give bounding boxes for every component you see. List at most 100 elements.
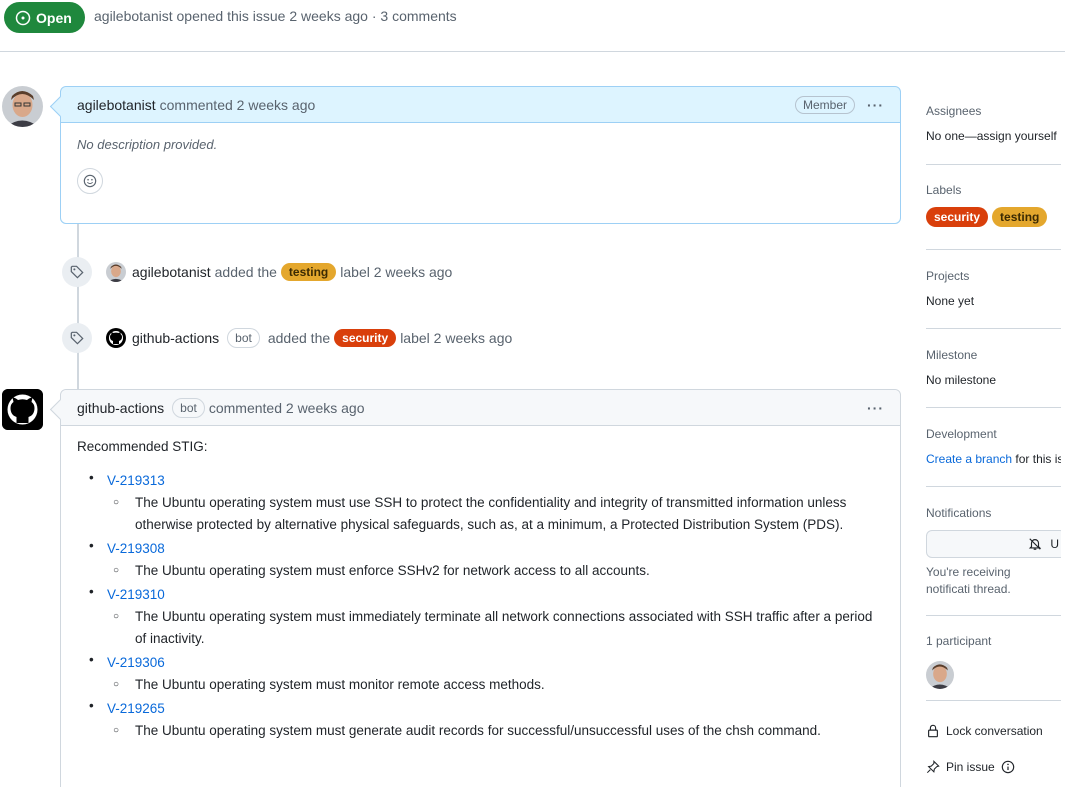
github-logo-icon: [2, 389, 43, 430]
event-text: label 2 weeks ago: [400, 330, 513, 346]
stig-link[interactable]: V-219306: [107, 652, 884, 674]
comment-header: github-actions bot commented 2 weeks ago…: [61, 390, 900, 426]
user-avatar-icon: [106, 262, 126, 282]
timeline-line: [77, 224, 79, 389]
pin-icon: [926, 760, 940, 774]
issue-meta: agilebotanist opened this issue 2 weeks …: [94, 8, 457, 24]
avatar[interactable]: [106, 328, 126, 348]
event-actor[interactable]: github-actions: [132, 330, 219, 346]
event-text: label 2 weeks ago: [340, 264, 453, 280]
sidebar-title[interactable]: Milestone: [926, 348, 1061, 362]
event-actor[interactable]: agilebotanist: [132, 264, 211, 280]
assignees-value[interactable]: No one—assign yourself: [926, 129, 1061, 143]
sidebar-development: Development Create a branch for this is: [926, 427, 1061, 487]
stig-list: V-219313 The Ubuntu operating system mus…: [77, 470, 884, 742]
stig-description: The Ubuntu operating system must enforce…: [107, 560, 884, 582]
sidebar-title[interactable]: Labels: [926, 183, 1061, 197]
milestone-value: No milestone: [926, 373, 997, 387]
sidebar-participants: 1 participant: [926, 634, 1061, 700]
issue-open-icon: [15, 10, 31, 25]
issue-status-label: Open: [36, 9, 72, 26]
avatar[interactable]: [2, 86, 43, 127]
smiley-icon: [83, 174, 97, 188]
kebab-menu-icon[interactable]: ···: [867, 97, 884, 113]
comment-box: github-actions bot commented 2 weeks ago…: [60, 389, 901, 787]
user-avatar-icon: [2, 86, 43, 127]
comment-author[interactable]: github-actions: [77, 400, 164, 416]
sidebar-title[interactable]: Assignees: [926, 104, 1061, 118]
bot-badge: bot: [172, 397, 205, 418]
notifications-button-label: U: [1050, 537, 1059, 551]
tag-icon: [70, 331, 84, 345]
sidebar-projects: Projects None yet: [926, 269, 1061, 329]
issue-status-badge: Open: [4, 2, 85, 33]
lock-icon: [928, 724, 938, 738]
pin-label: Pin issue: [946, 760, 995, 774]
sidebar-assignees: Assignees No one—assign yourself: [926, 104, 1061, 165]
list-item: V-219306 The Ubuntu operating system mus…: [77, 652, 884, 696]
timeline-event: github-actions bot added the security la…: [62, 323, 512, 353]
event-text: added the: [267, 330, 331, 346]
list-item: V-219310 The Ubuntu operating system mus…: [77, 584, 884, 650]
list-item: V-219265 The Ubuntu operating system mus…: [77, 698, 884, 742]
stig-link[interactable]: V-219265: [107, 698, 884, 720]
stig-description: The Ubuntu operating system must monitor…: [107, 674, 884, 696]
add-reaction-button[interactable]: [77, 168, 103, 194]
comment-action[interactable]: commented 2 weeks ago: [160, 97, 316, 113]
labels-list: security testing: [926, 207, 1061, 227]
stig-description: The Ubuntu operating system must use SSH…: [107, 492, 884, 536]
label-security[interactable]: security: [926, 207, 989, 227]
info-icon[interactable]: [1001, 760, 1015, 774]
avatar[interactable]: [926, 661, 954, 689]
comment-body: No description provided.: [61, 123, 900, 223]
event-text: added the: [214, 264, 277, 280]
bot-badge: bot: [227, 328, 260, 348]
list-item: V-219313 The Ubuntu operating system mus…: [77, 470, 884, 536]
stig-heading: Recommended STIG:: [77, 439, 208, 454]
list-item: V-219308 The Ubuntu operating system mus…: [77, 538, 884, 582]
label-testing[interactable]: testing: [992, 207, 1048, 227]
tag-icon: [70, 265, 84, 279]
bell-slash-icon: [1029, 538, 1042, 550]
divider: [926, 700, 1061, 701]
pin-issue-button[interactable]: Pin issue: [926, 760, 1015, 774]
development-text: for this is: [1015, 452, 1061, 466]
notifications-text: You're receiving notificati thread.: [926, 565, 1011, 596]
stig-description: The Ubuntu operating system must generat…: [107, 720, 884, 742]
avatar[interactable]: [2, 389, 43, 430]
stig-link[interactable]: V-219308: [107, 538, 884, 560]
notifications-button[interactable]: U: [926, 530, 1061, 558]
label-security[interactable]: security: [334, 329, 397, 347]
sidebar-milestone: Milestone No milestone: [926, 348, 1061, 408]
tag-icon-circle: [62, 323, 92, 353]
comment-action[interactable]: commented 2 weeks ago: [209, 400, 365, 416]
development-value: Create a branch for this is: [926, 452, 1061, 466]
lock-conversation-button[interactable]: Lock conversation: [926, 724, 1043, 738]
sidebar-title: Development: [926, 427, 997, 441]
comment-box: agilebotanist commented 2 weeks ago Memb…: [60, 86, 901, 224]
issue-header: Open agilebotanist opened this issue 2 w…: [0, 0, 1065, 52]
lock-label: Lock conversation: [946, 724, 1043, 738]
label-testing[interactable]: testing: [280, 263, 337, 281]
comment-header: agilebotanist commented 2 weeks ago Memb…: [61, 87, 900, 123]
stig-description: The Ubuntu operating system must immedia…: [107, 606, 884, 650]
stig-link[interactable]: V-219313: [107, 470, 884, 492]
github-logo-icon: [106, 328, 126, 348]
sidebar-title: Notifications: [926, 506, 992, 520]
user-avatar-icon: [926, 661, 954, 689]
sidebar-labels: Labels security testing: [926, 183, 1061, 250]
sidebar-title[interactable]: Projects: [926, 269, 1061, 283]
tag-icon-circle: [62, 257, 92, 287]
comment-body: Recommended STIG: V-219313 The Ubuntu op…: [61, 426, 900, 757]
kebab-menu-icon[interactable]: ···: [867, 400, 884, 416]
sidebar-notifications: Notifications U You're receiving notific…: [926, 506, 1061, 616]
avatar[interactable]: [106, 262, 126, 282]
timeline-event: agilebotanist added the testing label 2 …: [62, 257, 452, 287]
projects-value: None yet: [926, 294, 975, 308]
member-badge: Member: [794, 95, 855, 114]
stig-link[interactable]: V-219310: [107, 584, 884, 606]
create-branch-link[interactable]: Create a branch: [926, 452, 1012, 466]
no-description-text: No description provided.: [77, 137, 218, 152]
sidebar-title: 1 participant: [926, 634, 992, 648]
comment-author[interactable]: agilebotanist: [77, 97, 156, 113]
